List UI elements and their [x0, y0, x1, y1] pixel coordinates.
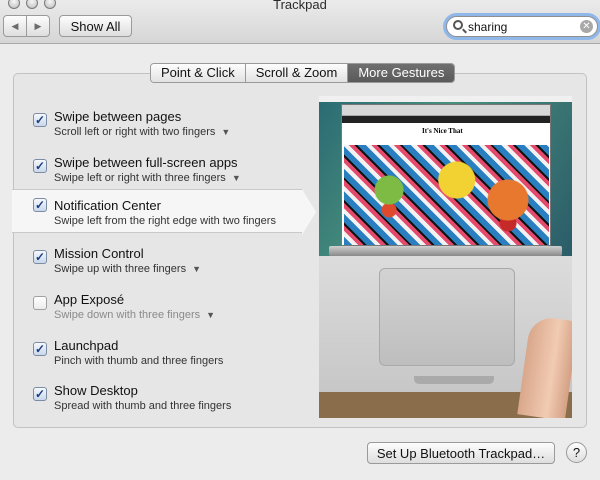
preview-screen: It's Nice That [319, 96, 572, 256]
chevron-down-icon: ▼ [231, 173, 241, 183]
gesture-title: Show Desktop [54, 383, 138, 398]
tab-point-click[interactable]: Point & Click [151, 64, 245, 82]
window-title: Trackpad [273, 0, 327, 12]
tab-scroll-zoom[interactable]: Scroll & Zoom [244, 64, 348, 82]
gesture-checkbox[interactable]: ✓ [33, 387, 47, 401]
gesture-title: App Exposé [54, 292, 125, 307]
setup-bluetooth-trackpad-button[interactable]: Set Up Bluetooth Trackpad… [367, 442, 555, 464]
help-button[interactable]: ? [566, 442, 587, 463]
preview-trackpad [379, 268, 515, 366]
back-forward-control: ◀ ▶ [3, 15, 50, 37]
gesture-checkbox[interactable]: ✓ [33, 296, 47, 310]
gesture-notification-center[interactable]: ✓ Notification Center Swipe left from th… [12, 189, 316, 235]
forward-arrow-icon[interactable]: ▶ [26, 16, 49, 36]
search-icon [453, 20, 463, 30]
toolbar: Trackpad ◀ ▶ Show All sharing ✕ [0, 0, 600, 44]
show-all-button[interactable]: Show All [59, 15, 132, 37]
gesture-show-desktop: ✓ Show Desktop Spread with thumb and thr… [14, 379, 314, 423]
chevron-down-icon: ▼ [206, 310, 216, 320]
preview-browser-window: It's Nice That [341, 104, 551, 246]
preview-dock [329, 246, 562, 256]
gesture-option-dropdown[interactable]: Swipe up with three fingers ▼ [54, 263, 201, 275]
gesture-launchpad: ✓ Launchpad Pinch with thumb and three f… [14, 334, 314, 378]
gesture-title: Swipe between full-screen apps [54, 155, 238, 170]
gesture-subtitle: Spread with thumb and three fingers [54, 400, 232, 412]
gesture-checkbox[interactable]: ✓ [33, 198, 47, 212]
clear-search-icon[interactable]: ✕ [580, 20, 593, 33]
gesture-checkbox[interactable]: ✓ [33, 342, 47, 356]
search-input[interactable]: sharing [468, 20, 507, 34]
gesture-subtitle: Swipe down with three fingers [54, 309, 201, 321]
gesture-checkbox[interactable]: ✓ [33, 159, 47, 173]
chevron-down-icon: ▼ [192, 264, 201, 274]
tab-bar: Point & Click Scroll & Zoom More Gesture… [150, 63, 456, 83]
chevron-down-icon: ▼ [221, 127, 231, 137]
gesture-subtitle: Pinch with thumb and three fingers [54, 355, 224, 367]
gesture-option-dropdown[interactable]: Swipe left or right with three fingers ▼ [54, 172, 241, 184]
preview-menubar [319, 96, 572, 102]
gesture-title: Mission Control [54, 246, 144, 261]
preview-hand [517, 315, 572, 418]
gesture-swipe-between-pages: ✓ Swipe between pages Scroll left or rig… [14, 105, 314, 149]
gesture-app-expose: ✓ App Exposé Swipe down with three finge… [14, 288, 314, 332]
gesture-title: Launchpad [54, 338, 119, 353]
gesture-title: Swipe between pages [54, 109, 182, 124]
gesture-option-dropdown[interactable]: Swipe down with three fingers ▼ [54, 309, 215, 321]
preview-site-title: It's Nice That [422, 127, 463, 135]
gesture-subtitle: Swipe left or right with three fingers [54, 172, 226, 184]
search-field[interactable]: sharing ✕ [446, 16, 598, 37]
gesture-title: Notification Center [54, 198, 161, 213]
preview-laptop-body [319, 256, 572, 418]
gesture-subtitle: Swipe left from the right edge with two … [54, 215, 276, 227]
gesture-subtitle: Scroll left or right with two fingers [54, 126, 216, 138]
gesture-option-dropdown[interactable]: Scroll left or right with two fingers ▼ [54, 126, 230, 138]
back-arrow-icon[interactable]: ◀ [4, 16, 26, 36]
gestures-panel: ✓ Swipe between pages Scroll left or rig… [12, 73, 587, 428]
gesture-subtitle: Swipe up with three fingers [54, 263, 187, 275]
gesture-checkbox[interactable]: ✓ [33, 113, 47, 127]
gesture-mission-control: ✓ Mission Control Swipe up with three fi… [14, 242, 314, 286]
preview-artwork [344, 145, 549, 245]
tab-more-gestures[interactable]: More Gestures [347, 64, 455, 82]
gesture-preview-video: It's Nice That [319, 96, 572, 418]
gesture-checkbox[interactable]: ✓ [33, 250, 47, 264]
